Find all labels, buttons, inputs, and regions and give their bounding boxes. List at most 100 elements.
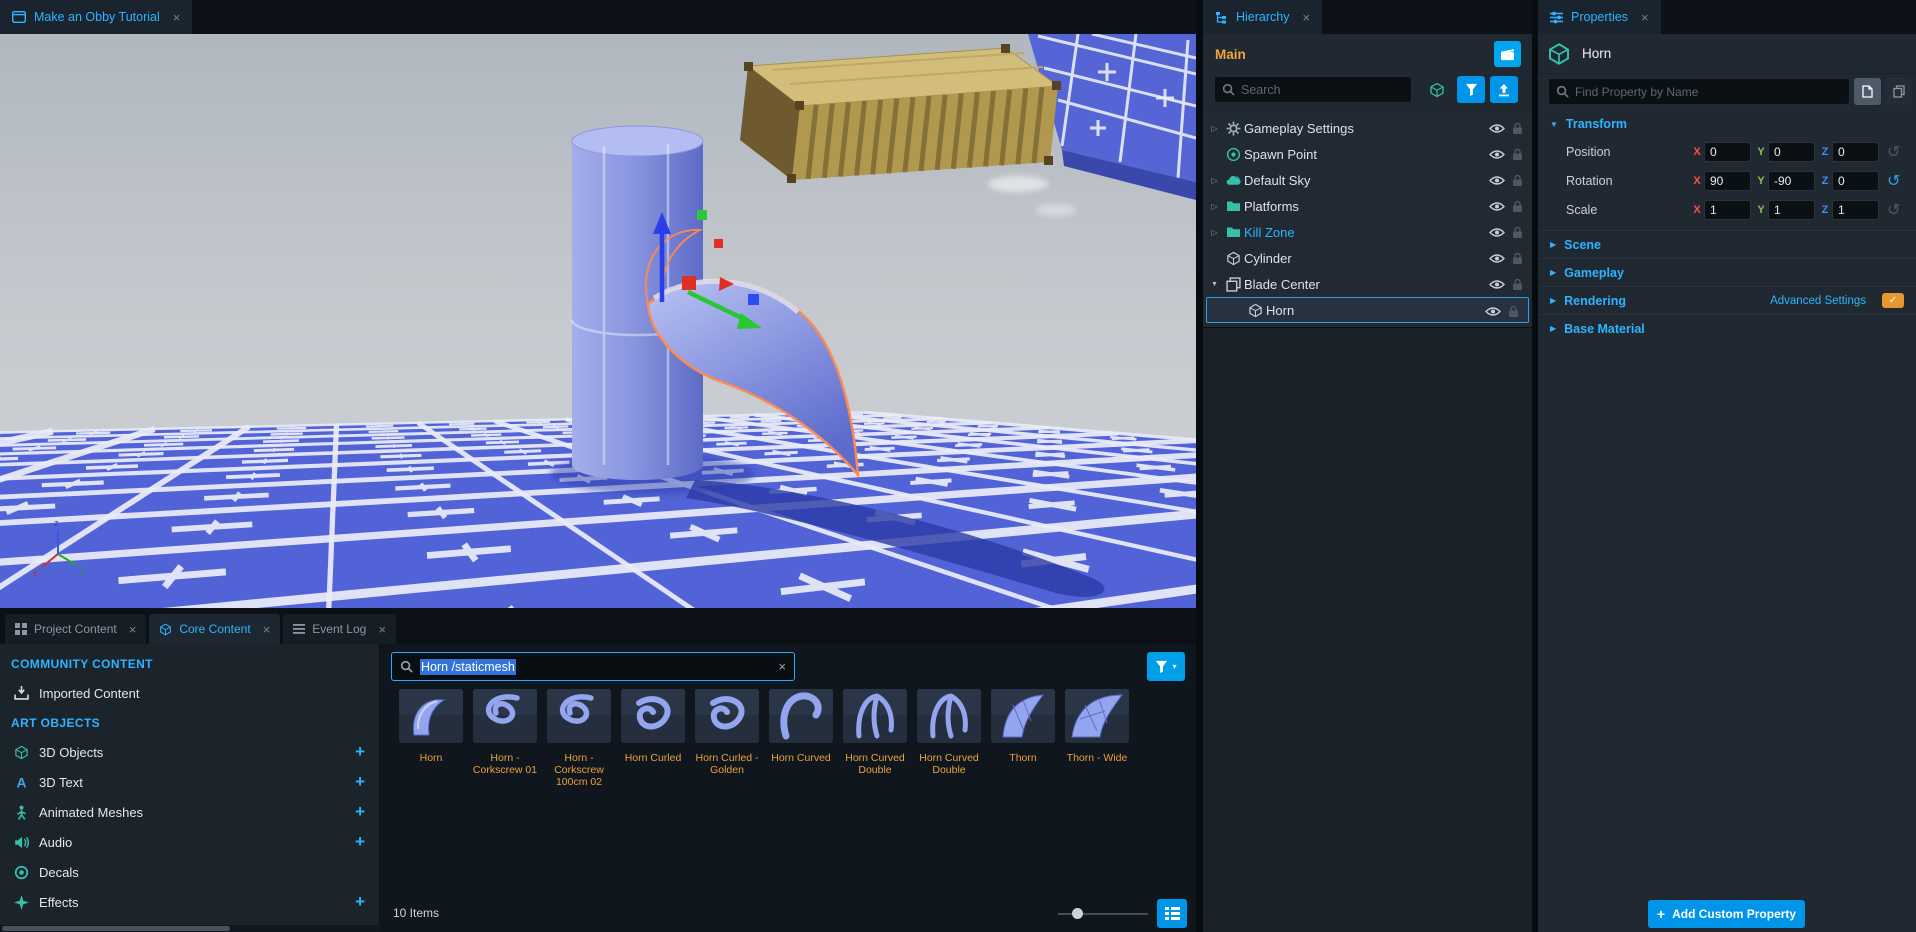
add-icon[interactable]: + [355, 832, 365, 852]
hierarchy-item-default-sky[interactable]: ▷Default Sky [1203, 167, 1532, 193]
sidebar-item-animated-meshes[interactable]: Animated Meshes+ [0, 797, 379, 827]
position-z-field[interactable]: 0 [1832, 142, 1879, 162]
close-icon[interactable]: × [173, 10, 181, 25]
content-search-input[interactable]: Horn /staticmesh × [391, 652, 795, 681]
section-scene[interactable]: ▶ Scene [1538, 230, 1916, 258]
sidebar-scrollbar[interactable] [0, 925, 380, 932]
copy-properties-button[interactable] [1854, 78, 1881, 105]
tab-event-log[interactable]: Event Log × [283, 614, 396, 644]
asset-tile-horn-curved[interactable]: Horn Curved [765, 689, 837, 764]
sidebar-item-effects[interactable]: Effects+ [0, 887, 379, 917]
slider-knob[interactable] [1072, 908, 1083, 919]
caret-right-icon[interactable]: ▶ [1550, 268, 1556, 277]
hierarchy-filter-button[interactable] [1457, 76, 1485, 103]
asset-tile-horn-curved-double[interactable]: Horn Curved Double [913, 689, 985, 776]
lock-icon[interactable] [1512, 174, 1523, 187]
advanced-settings-link[interactable]: Advanced Settings [1770, 295, 1866, 307]
paste-properties-button[interactable] [1885, 78, 1912, 105]
close-icon[interactable]: × [378, 622, 386, 637]
reset-rotation-icon[interactable]: ↺ [1887, 171, 1900, 191]
asset-tile-thorn-wide[interactable]: Thorn - Wide [1061, 689, 1133, 764]
thumbnail-size-slider[interactable] [1058, 899, 1148, 928]
sidebar-item-imported-content[interactable]: Imported Content [0, 678, 379, 708]
lock-icon[interactable] [1512, 122, 1523, 135]
rotation-z-field[interactable]: 0 [1832, 171, 1879, 191]
tab-properties[interactable]: Properties × [1538, 0, 1661, 34]
advanced-settings-toggle[interactable]: ✓ [1882, 293, 1904, 308]
visibility-eye-icon[interactable] [1489, 149, 1505, 160]
hierarchy-root-label[interactable]: Main [1215, 47, 1246, 62]
asset-tile-horn-curved-double[interactable]: Horn Curved Double [839, 689, 911, 776]
close-icon[interactable]: × [1641, 10, 1649, 25]
add-icon[interactable]: + [355, 742, 365, 762]
hierarchy-item-cylinder[interactable]: Cylinder [1203, 245, 1532, 271]
hierarchy-search-input[interactable] [1241, 83, 1404, 97]
viewport-3d[interactable]: z x y [0, 34, 1196, 608]
export-button[interactable] [1490, 76, 1518, 103]
screenshot-button[interactable] [1494, 41, 1521, 67]
visibility-eye-icon[interactable] [1489, 201, 1505, 212]
add-icon[interactable]: + [355, 802, 365, 822]
tab-hierarchy[interactable]: Hierarchy × [1203, 0, 1322, 34]
rotation-x-field[interactable]: 90 [1704, 171, 1751, 191]
scrollbar-thumb[interactable] [2, 926, 230, 931]
reset-scale-icon[interactable]: ↺ [1887, 200, 1900, 220]
section-base-material[interactable]: ▶ Base Material [1538, 314, 1916, 342]
visibility-eye-icon[interactable] [1489, 123, 1505, 134]
tab-project-content[interactable]: Project Content × [5, 614, 146, 644]
hierarchy-item-platforms[interactable]: ▷Platforms [1203, 193, 1532, 219]
visibility-eye-icon[interactable] [1489, 175, 1505, 186]
caret-right-icon[interactable]: ▶ [1550, 240, 1556, 249]
add-icon[interactable]: + [355, 772, 365, 792]
add-custom-property-button[interactable]: + Add Custom Property [1648, 900, 1805, 928]
caret-right-icon[interactable]: ▶ [1550, 296, 1556, 305]
sidebar-item-3d-text[interactable]: A3D Text+ [0, 767, 379, 797]
view-mode-button[interactable] [1157, 899, 1187, 928]
asset-tile-thorn[interactable]: Thorn [987, 689, 1059, 764]
tab-core-content[interactable]: Core Content × [149, 614, 280, 644]
visibility-eye-icon[interactable] [1489, 227, 1505, 238]
visibility-eye-icon[interactable] [1489, 279, 1505, 290]
lock-icon[interactable] [1512, 200, 1523, 213]
reset-position-icon[interactable]: ↺ [1887, 142, 1900, 162]
property-search-input[interactable] [1575, 85, 1842, 99]
close-icon[interactable]: × [1303, 10, 1311, 25]
caret-icon[interactable]: ▷ [1207, 176, 1222, 185]
hierarchy-item-spawn-point[interactable]: Spawn Point [1203, 141, 1532, 167]
section-transform[interactable]: ▼ Transform [1538, 112, 1916, 136]
sidebar-item-3d-objects[interactable]: 3D Objects+ [0, 737, 379, 767]
tab-make-an-obby-tutorial[interactable]: Make an Obby Tutorial × [0, 0, 192, 34]
caret-down-icon[interactable]: ▼ [1550, 120, 1558, 129]
lock-icon[interactable] [1508, 305, 1519, 318]
caret-right-icon[interactable]: ▶ [1550, 324, 1556, 333]
section-rendering[interactable]: ▶ Rendering Advanced Settings ✓ [1538, 286, 1916, 314]
scale-x-field[interactable]: 1 [1704, 200, 1751, 220]
hierarchy-item-horn[interactable]: Horn [1206, 297, 1529, 323]
visibility-eye-icon[interactable] [1489, 253, 1505, 264]
add-icon[interactable]: + [355, 892, 365, 912]
scale-y-field[interactable]: 1 [1768, 200, 1815, 220]
position-y-field[interactable]: 0 [1768, 142, 1815, 162]
close-icon[interactable]: × [129, 622, 137, 637]
lock-icon[interactable] [1512, 278, 1523, 291]
caret-icon[interactable]: ▷ [1207, 202, 1222, 211]
caret-icon[interactable]: ▷ [1207, 228, 1222, 237]
content-filter-button[interactable]: ▾ [1147, 652, 1185, 681]
asset-tile-horn-curled-golden[interactable]: Horn Curled - Golden [691, 689, 763, 776]
sidebar-item-audio[interactable]: Audio+ [0, 827, 379, 857]
lock-icon[interactable] [1512, 252, 1523, 265]
hierarchy-item-gameplay-settings[interactable]: ▷Gameplay Settings [1203, 115, 1532, 141]
lock-icon[interactable] [1512, 226, 1523, 239]
asset-tile-horn-corkscrew-01[interactable]: Horn - Corkscrew 01 [469, 689, 541, 776]
caret-icon[interactable]: ▼ [1207, 281, 1222, 288]
asset-tile-horn-curled[interactable]: Horn Curled [617, 689, 689, 764]
asset-tile-horn-corkscrew-100cm-02[interactable]: Horn - Corkscrew 100cm 02 [543, 689, 615, 788]
template-button[interactable] [1423, 76, 1451, 103]
close-icon[interactable]: × [263, 622, 271, 637]
visibility-eye-icon[interactable] [1485, 306, 1501, 317]
asset-tile-horn[interactable]: Horn [395, 689, 467, 764]
clear-search-icon[interactable]: × [778, 659, 786, 674]
section-gameplay[interactable]: ▶ Gameplay [1538, 258, 1916, 286]
hierarchy-item-blade-center[interactable]: ▼Blade Center [1203, 271, 1532, 297]
lock-icon[interactable] [1512, 148, 1523, 161]
